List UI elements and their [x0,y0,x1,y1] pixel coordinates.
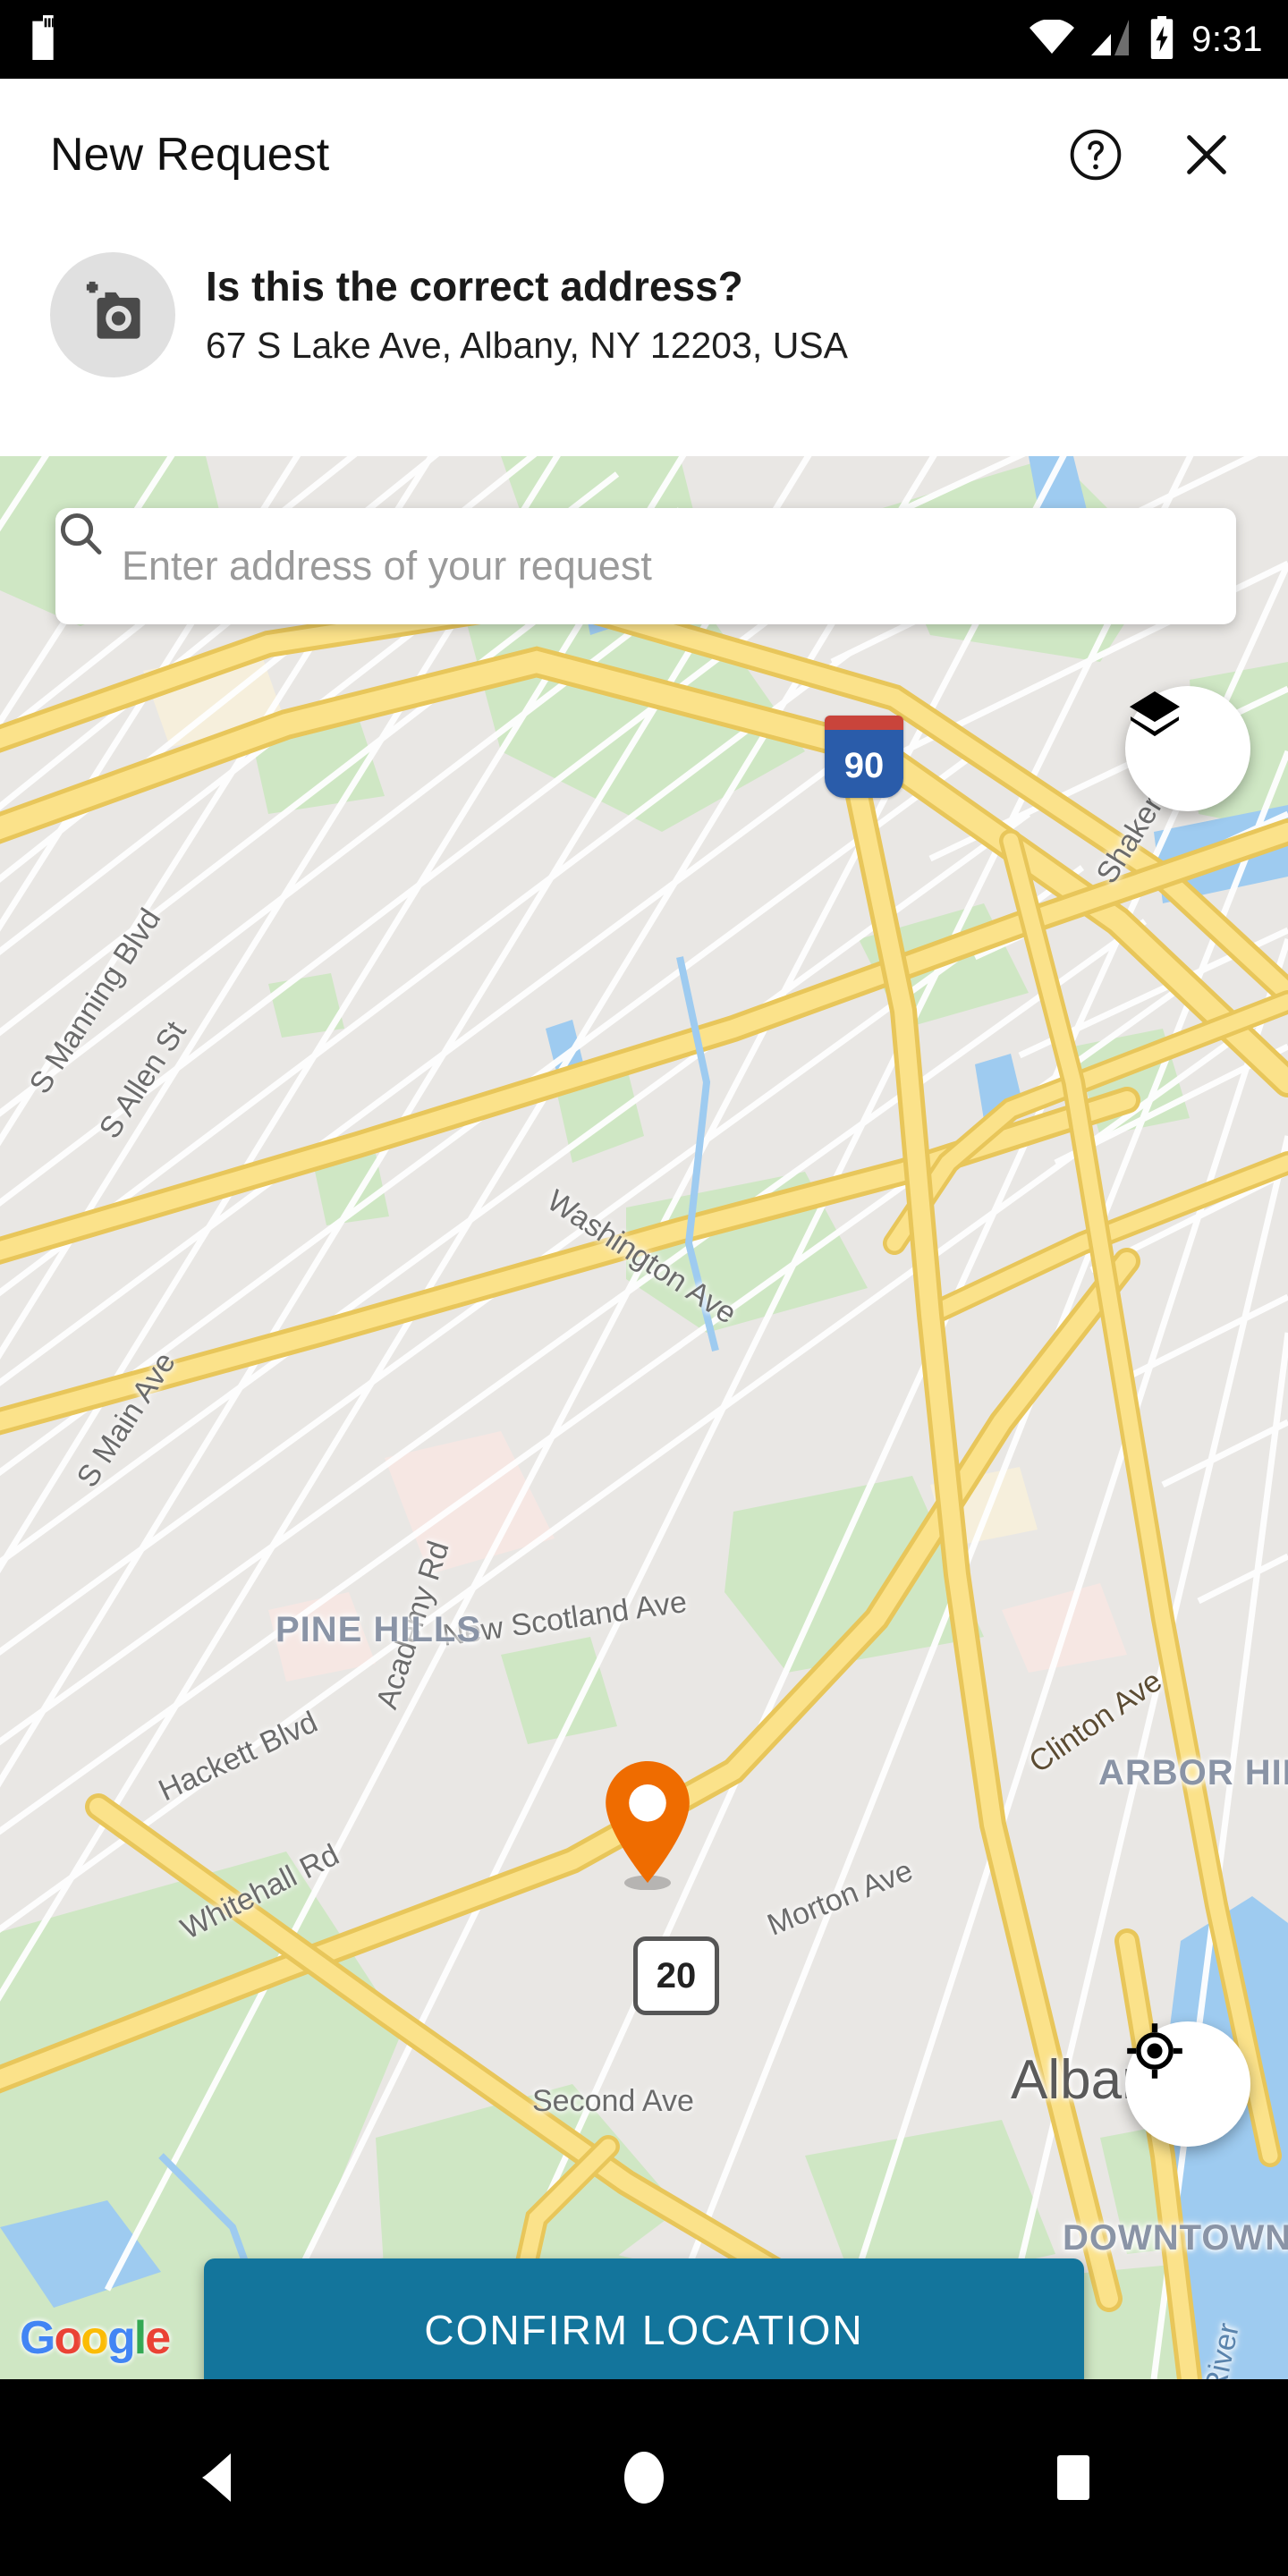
app-bar: New Request [0,79,1288,231]
recents-square-icon [1057,2455,1089,2500]
sd-card-icon [25,14,61,64]
page-title: New Request [50,129,330,181]
confirm-location-button[interactable]: CONFIRM LOCATION [204,2258,1084,2379]
status-bar-clock: 9:31 [1191,19,1263,59]
close-icon [1187,135,1226,174]
google-logo-letter: o [54,2312,82,2364]
app-bar-actions [1064,123,1238,186]
add-photo-camera-icon [86,281,140,339]
home-circle-icon [624,2452,664,2504]
google-logo: Google [20,2311,171,2365]
google-logo-letter: g [106,2312,136,2364]
search-bar[interactable]: Enter address of your request [55,508,1236,624]
back-triangle-icon [202,2453,231,2502]
google-logo-letter: e [145,2312,171,2364]
close-button[interactable] [1175,123,1238,186]
address-prompt-text: Is this the correct address? 67 S Lake A… [206,247,848,367]
wifi-icon [1029,18,1075,60]
map-canvas [0,456,1288,2379]
my-location-button[interactable] [1125,2021,1250,2147]
address-question: Is this the correct address? [206,263,743,309]
add-photo-button[interactable] [50,252,175,377]
map-pin-marker[interactable] [601,1758,694,1890]
address-prompt: Is this the correct address? 67 S Lake A… [0,231,1288,456]
google-logo-letter: G [20,2312,55,2364]
android-nav-bar [0,2379,1288,2576]
map-view[interactable]: S Manning Blvd S Allen St S Main Ave Was… [0,456,1288,2379]
map-layers-icon [1129,691,1181,737]
home-button[interactable] [577,2411,711,2545]
status-bar-right-icons: 9:31 [1029,15,1263,64]
map-layers-button[interactable] [1125,686,1250,811]
back-button[interactable] [148,2411,282,2545]
help-button[interactable] [1064,123,1127,186]
google-logo-letter: o [80,2312,109,2364]
google-logo-letter: l [133,2312,148,2364]
status-bar-left-icons [25,14,61,64]
status-bar: 9:31 [0,0,1288,79]
cellular-signal-icon [1089,19,1132,60]
battery-charging-icon [1147,15,1177,64]
phone-screen: 9:31 New Request Is this the correct add… [0,0,1288,2576]
recents-button[interactable] [1006,2411,1140,2545]
address-value: 67 S Lake Ave, Albany, NY 12203, USA [206,324,849,366]
search-input[interactable]: Enter address of your request [122,543,652,589]
help-circle-icon [1070,129,1122,181]
my-location-icon [1127,2023,1182,2079]
